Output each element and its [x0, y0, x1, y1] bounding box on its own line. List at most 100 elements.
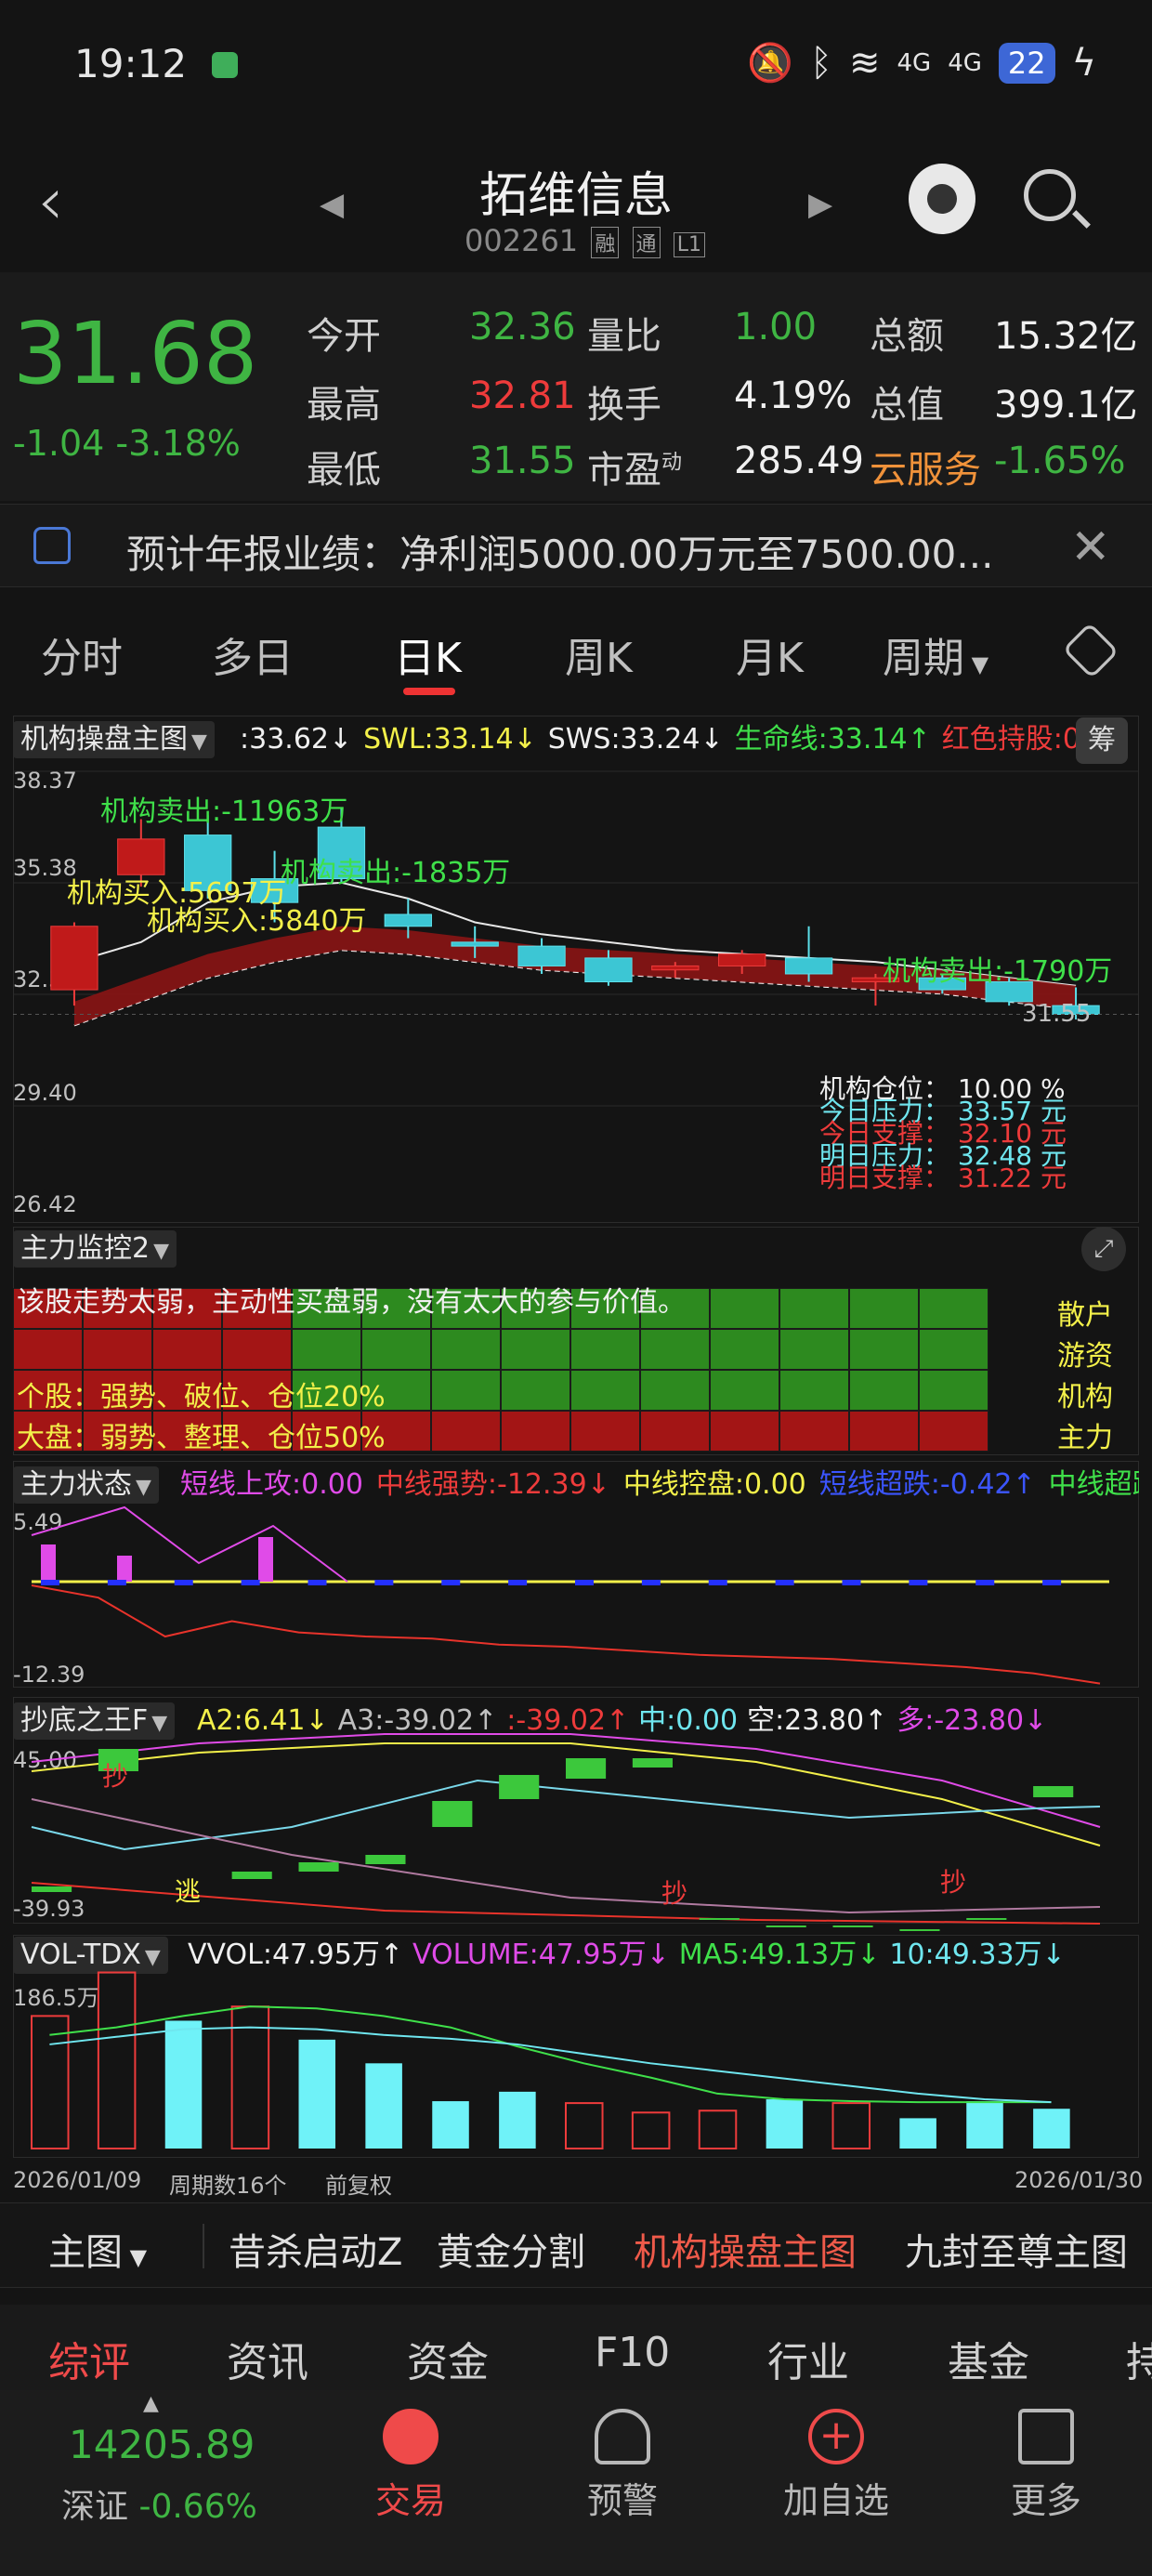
- volume-bar: [499, 2091, 536, 2149]
- index-change[interactable]: 深证 -0.66%: [61, 2479, 257, 2528]
- search-icon[interactable]: [1024, 169, 1076, 221]
- info-tabs: 综评 资讯 资金 F10 行业 基金 持: [0, 2305, 1152, 2390]
- trade-button[interactable]: 交易: [346, 2409, 476, 2523]
- cdzw-bar: [432, 1801, 473, 1827]
- trend-line: [31, 1584, 1101, 1685]
- monitor-comment: 该股走势太弱，主动性买盘弱，没有太大的参与价值。: [17, 1286, 686, 1319]
- earnings-notice[interactable]: 预计年报业绩：净利润5000.00万元至7500.00... ✕: [0, 504, 1152, 587]
- volume-bar: [766, 2099, 804, 2149]
- oversold-bar: [575, 1580, 594, 1585]
- monitor-cell: [640, 1329, 710, 1370]
- quote-label: 最低: [307, 449, 381, 492]
- dropdown-icon: ▼: [964, 651, 989, 677]
- monitor-cell: [779, 1370, 849, 1411]
- tab-monthly-k[interactable]: 月K: [736, 624, 804, 684]
- volume-bar: [831, 2102, 871, 2149]
- clock: 19:12: [74, 41, 188, 86]
- oversold-bar: [641, 1580, 661, 1585]
- cdzw-bar: [632, 1758, 673, 1768]
- monitor-cell: [849, 1370, 919, 1411]
- candle-body: [517, 945, 566, 966]
- candle-body: [784, 957, 833, 975]
- monitor-cell: [640, 1370, 710, 1411]
- tab-funds[interactable]: 资金: [407, 2329, 489, 2388]
- tab-holdings[interactable]: 持: [1126, 2329, 1152, 2388]
- tab-industry[interactable]: 行业: [767, 2329, 849, 2388]
- oversold-bar: [975, 1580, 995, 1585]
- buy-mark: 抄: [940, 1867, 967, 1898]
- period-count: 周期数16个: [169, 2173, 287, 2199]
- monitor-row-label: 游资: [1057, 1340, 1113, 1373]
- annotation: 机构买入:5840万: [147, 905, 367, 938]
- monitor-cell: [570, 1329, 640, 1370]
- tab-fund[interactable]: 基金: [948, 2329, 1029, 2388]
- quote-value: 4.19%: [734, 375, 853, 417]
- quote-label: 量比: [587, 315, 661, 358]
- assistant-robot-icon[interactable]: [909, 164, 975, 234]
- charging-icon: ϟ: [1071, 41, 1096, 85]
- indicator-bar: 主图 ▼ 昔杀启动Z 黄金分割 机构操盘主图 九封至尊主图: [0, 2202, 1152, 2288]
- oversold-bar: [374, 1580, 394, 1585]
- indicator-item[interactable]: 九封至尊主图: [905, 2222, 1128, 2276]
- cdzw-bar: [832, 1925, 873, 1927]
- tab-multiday[interactable]: 多日: [212, 624, 294, 684]
- monitor-cell: [849, 1411, 919, 1452]
- oversold-bar: [41, 1580, 59, 1585]
- tab-period[interactable]: 周期 ▼: [883, 624, 988, 684]
- close-icon[interactable]: ✕: [1070, 519, 1111, 575]
- kline-tabs: 分时 多日 日K 周K 月K 周期 ▼: [0, 593, 1152, 704]
- main-chart-dropdown[interactable]: 主图 ▼: [48, 2222, 147, 2276]
- volume-bar: [1033, 2109, 1070, 2149]
- tab-intraday[interactable]: 分时: [41, 624, 123, 684]
- tab-f10[interactable]: F10: [595, 2329, 670, 2376]
- oversold-bar: [1042, 1580, 1062, 1585]
- tag-connect: 通: [632, 227, 661, 258]
- cdzw-bar: [231, 1872, 272, 1879]
- oversold-bar: [842, 1580, 861, 1585]
- quote-value: 1.00: [734, 306, 818, 348]
- volume-chart[interactable]: [13, 1935, 1139, 2158]
- expand-icon[interactable]: ⤢: [1081, 1227, 1126, 1271]
- candle-body: [384, 913, 432, 927]
- candle-body: [651, 965, 700, 971]
- more-button[interactable]: 更多: [981, 2409, 1111, 2523]
- indicator-item-active[interactable]: 机构操盘主图: [634, 2222, 857, 2276]
- alert-button[interactable]: 预警: [557, 2409, 687, 2523]
- volume-bar: [698, 2109, 738, 2149]
- bluetooth-icon: ᛒ: [809, 41, 832, 85]
- tab-overview[interactable]: 综评: [48, 2329, 130, 2388]
- tab-daily-k[interactable]: 日K: [394, 624, 462, 684]
- quote-label: 云服务: [870, 449, 981, 492]
- tab-weekly-k[interactable]: 周K: [565, 624, 633, 684]
- monitor-cell: [570, 1370, 640, 1411]
- add-watchlist-button[interactable]: + 加自选: [771, 2409, 901, 2523]
- grid-icon: [1018, 2409, 1074, 2464]
- monitor-cell: [710, 1329, 779, 1370]
- quote-label: 市盈动: [587, 449, 683, 492]
- attack-bar: [117, 1556, 132, 1582]
- tag-margin: 融: [591, 227, 620, 258]
- index-value[interactable]: 14205.89: [69, 2422, 255, 2467]
- cdzw-bar: [966, 1918, 1007, 1920]
- monitor-cell: [501, 1370, 570, 1411]
- caret-up-icon[interactable]: ▲: [143, 2392, 159, 2415]
- mid-line: [31, 1779, 1101, 1851]
- quote-label: 换手: [587, 384, 661, 427]
- indicator-item[interactable]: 昔杀启动Z: [229, 2222, 402, 2276]
- tab-news[interactable]: 资讯: [227, 2329, 308, 2388]
- state-chart[interactable]: [13, 1461, 1139, 1688]
- indicator-item[interactable]: 黄金分割: [437, 2222, 585, 2276]
- oversold-bar: [241, 1580, 260, 1585]
- settings-icon[interactable]: [1062, 622, 1119, 679]
- volume-bar: [631, 2111, 671, 2150]
- monitor-row-label: 散户: [1057, 1299, 1113, 1332]
- volume-bar: [899, 2118, 936, 2149]
- monitor-selector[interactable]: 主力监控2 ▼: [13, 1230, 177, 1268]
- next-stock-icon[interactable]: ▶: [808, 186, 832, 223]
- quote-value: 32.36: [469, 306, 576, 348]
- escape-mark: 逃: [175, 1876, 202, 1907]
- cdzw-bar: [899, 1929, 940, 1931]
- monitor-cell: [919, 1411, 988, 1452]
- stock-name: 拓维信息: [478, 168, 673, 224]
- oversold-bar: [708, 1580, 727, 1585]
